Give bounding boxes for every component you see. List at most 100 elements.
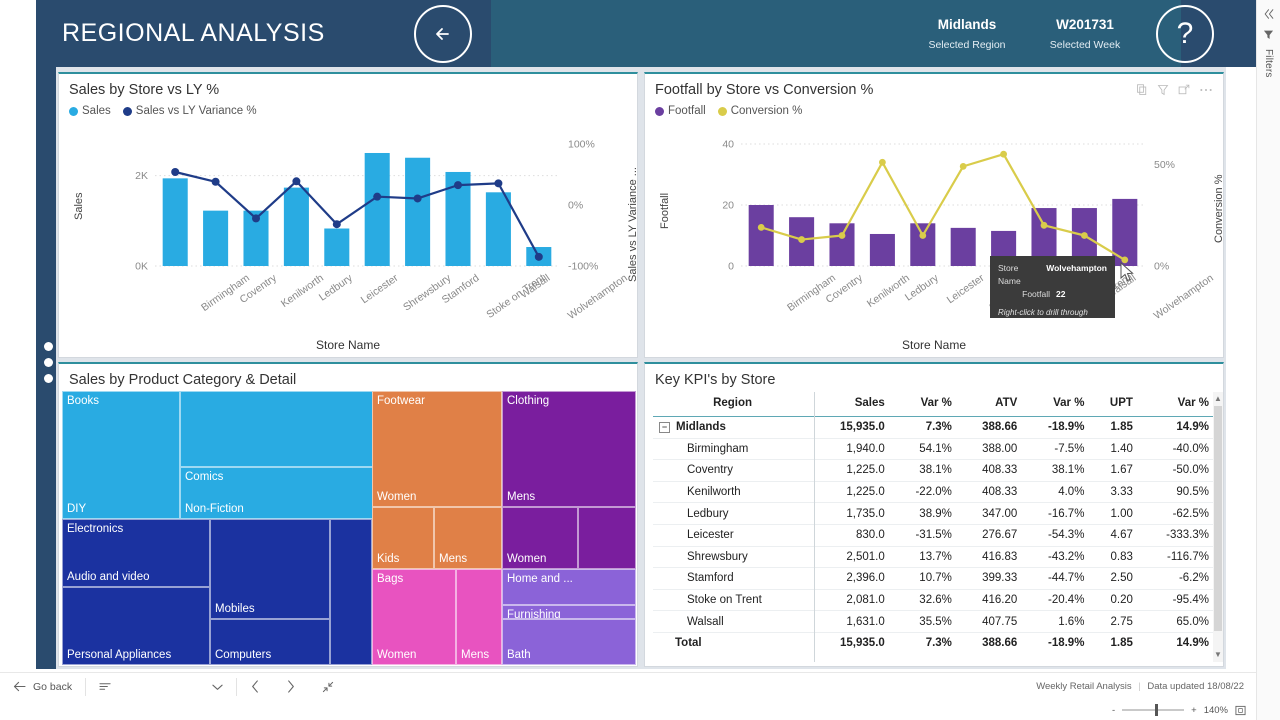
treemap-tile[interactable]: Electronics Audio and video bbox=[62, 519, 210, 587]
column-header[interactable]: Region bbox=[653, 392, 813, 417]
page-dot-1[interactable] bbox=[43, 342, 53, 351]
table-row[interactable]: Kenilworth 1,225.0 -22.0% 408.33 4.0% 3.33 90.… bbox=[653, 481, 1215, 504]
column-header[interactable]: UPT bbox=[1090, 392, 1139, 417]
back-button[interactable] bbox=[414, 5, 472, 63]
line-marker-shrewsbury[interactable] bbox=[373, 192, 382, 201]
line-marker-ledbury[interactable] bbox=[292, 177, 301, 186]
line-marker-walsall[interactable] bbox=[1081, 232, 1088, 239]
legend-item-footfall[interactable]: Footfall bbox=[655, 105, 706, 117]
cell-region[interactable]: Coventry bbox=[653, 459, 813, 482]
table-row[interactable]: Stamford 2,396.0 10.7% 399.33 -44.7% 2.50 -6.2… bbox=[653, 567, 1215, 590]
cell-region[interactable]: Leicester bbox=[653, 524, 813, 547]
double-chevron-left-icon[interactable] bbox=[1263, 8, 1275, 20]
column-header[interactable]: Var % bbox=[1138, 392, 1215, 417]
previous-page-button[interactable] bbox=[237, 673, 273, 700]
treemap-tile[interactable]: Clothing Mens bbox=[502, 391, 636, 507]
treemap-tile[interactable]: Comics Non-Fiction bbox=[180, 467, 380, 519]
bar-birmingham[interactable] bbox=[162, 178, 188, 266]
go-back-button[interactable]: Go back bbox=[0, 673, 85, 700]
visual-sales-by-product-category[interactable]: Sales by Product Category & Detail Books… bbox=[58, 362, 638, 667]
line-marker-kenilworth[interactable] bbox=[838, 232, 846, 239]
bar-ledbury[interactable] bbox=[283, 187, 309, 266]
zoom-slider-knob[interactable] bbox=[1155, 704, 1158, 716]
kpi-scroll-thumb[interactable] bbox=[1214, 406, 1222, 631]
cell-region[interactable]: Kenilworth bbox=[653, 481, 813, 504]
funnel-icon[interactable] bbox=[1263, 29, 1274, 40]
visual-key-kpis-by-store[interactable]: Key KPI's by Store Region Sales Var % ATV Va… bbox=[644, 362, 1224, 667]
treemap-tile[interactable]: Kids bbox=[372, 507, 434, 569]
legend-item-sales[interactable]: Sales bbox=[69, 105, 111, 117]
copy-icon[interactable] bbox=[1136, 84, 1148, 96]
zoom-slider[interactable] bbox=[1122, 704, 1185, 716]
line-marker-birmingham[interactable] bbox=[171, 167, 180, 176]
table-row[interactable]: Stoke on Trent 2,081.0 32.6% 416.20 -20.4% 0.… bbox=[653, 589, 1215, 612]
treemap-tile[interactable]: Computers bbox=[210, 619, 330, 665]
page-selector[interactable] bbox=[86, 673, 236, 700]
bar-ledbury[interactable] bbox=[869, 233, 895, 266]
chevron-down-icon[interactable] bbox=[212, 683, 223, 691]
line-marker-stamford[interactable] bbox=[1000, 150, 1007, 158]
treemap-tile[interactable]: Bags Women bbox=[372, 569, 456, 665]
treemap-tile[interactable]: Bath bbox=[502, 619, 636, 665]
visual-footfall-by-store[interactable]: Footfall by Store vs Conversion % Footfa… bbox=[644, 72, 1225, 358]
focus-mode-icon[interactable] bbox=[1178, 84, 1190, 96]
line-marker-stoke-on-trent[interactable] bbox=[1040, 221, 1048, 229]
table-row[interactable]: Coventry 1,225.0 38.1% 408.33 38.1% 1.67 -50.0… bbox=[653, 459, 1215, 482]
table-row[interactable]: Shrewsbury 2,501.0 13.7% 416.83 -43.2% 0.83 -1… bbox=[653, 546, 1215, 569]
treemap-tile[interactable] bbox=[330, 519, 372, 665]
zoom-in-button[interactable]: + bbox=[1191, 705, 1197, 716]
help-button[interactable]: ? bbox=[1156, 5, 1214, 63]
treemap-tile[interactable]: Personal Appliances bbox=[62, 587, 210, 665]
treemap-tile[interactable]: Books DIY bbox=[62, 391, 180, 519]
bar-leicester[interactable] bbox=[910, 223, 936, 266]
scroll-down-icon[interactable]: ▼ bbox=[1213, 648, 1223, 662]
line-marker-stoke-on-trent[interactable] bbox=[454, 181, 462, 190]
visual-header-icons[interactable] bbox=[1136, 84, 1213, 96]
legend-item-sales-variance[interactable]: Sales vs LY Variance % bbox=[122, 105, 257, 117]
line-marker-leicester[interactable] bbox=[332, 220, 341, 229]
more-options-icon[interactable] bbox=[1199, 84, 1213, 96]
bar-birmingham[interactable] bbox=[748, 205, 774, 266]
treemap-tile[interactable]: Home and ... bbox=[502, 569, 636, 605]
funnel-icon[interactable] bbox=[1157, 84, 1169, 96]
fit-to-page-icon[interactable] bbox=[1235, 705, 1246, 716]
filters-pane-collapsed[interactable]: Filters bbox=[1256, 0, 1280, 720]
bar-coventry[interactable] bbox=[203, 210, 229, 266]
column-header[interactable]: Var % bbox=[1023, 392, 1091, 417]
cell-region[interactable]: Ledbury bbox=[653, 502, 813, 525]
bar-wolvehampton[interactable] bbox=[1112, 198, 1138, 266]
bar-stamford[interactable] bbox=[405, 157, 431, 266]
line-marker-kenilworth[interactable] bbox=[252, 214, 260, 223]
treemap-tile[interactable]: Women bbox=[502, 507, 578, 569]
line-marker-shrewsbury[interactable] bbox=[959, 162, 967, 170]
page-nav-dots[interactable] bbox=[38, 342, 58, 390]
line-marker-walsall[interactable] bbox=[494, 179, 503, 188]
cell-region[interactable]: Birmingham bbox=[653, 438, 813, 461]
scroll-up-icon[interactable]: ▲ bbox=[1213, 392, 1223, 406]
cell-region[interactable]: Stoke on Trent bbox=[653, 589, 813, 612]
legend-item-conversion[interactable]: Conversion % bbox=[717, 105, 802, 117]
page-dot-3[interactable] bbox=[43, 374, 53, 383]
line-marker-stamford[interactable] bbox=[413, 194, 422, 203]
page-dot-2[interactable] bbox=[43, 358, 53, 367]
table-row[interactable]: Birmingham 1,940.0 54.1% 388.00 -7.5% 1.40 -40… bbox=[653, 438, 1215, 461]
table-row[interactable]: − Midlands 15,935.0 7.3% 388.66 -18.9% 1.85 14.… bbox=[653, 416, 1215, 439]
column-header[interactable]: ATV bbox=[957, 392, 1024, 417]
treemap-tile[interactable] bbox=[180, 391, 380, 467]
kpi-scrollbar[interactable]: ▲ ▼ bbox=[1213, 392, 1223, 662]
treemap-tile[interactable]: Mens bbox=[434, 507, 502, 569]
visual-sales-by-store[interactable]: Sales by Store vs LY % Sales Sales vs LY… bbox=[58, 72, 639, 358]
column-header[interactable]: Sales bbox=[812, 392, 891, 417]
treemap-tile[interactable]: Footwear Women bbox=[372, 391, 502, 507]
line-marker-wolvehampton[interactable] bbox=[534, 252, 543, 261]
collapse-button[interactable] bbox=[309, 673, 347, 700]
treemap-tile[interactable] bbox=[578, 507, 636, 569]
treemap-tile[interactable]: Mobiles bbox=[210, 519, 330, 619]
bar-shrewsbury[interactable] bbox=[950, 227, 976, 266]
line-marker-coventry[interactable] bbox=[798, 236, 805, 243]
table-row[interactable]: Walsall 1,631.0 35.5% 407.75 1.6% 2.75 65.0% bbox=[653, 610, 1215, 633]
table-row[interactable]: Leicester 830.0 -31.5% 276.67 -54.3% 4.67 -333… bbox=[653, 524, 1215, 547]
next-page-button[interactable] bbox=[273, 673, 309, 700]
line-marker-leicester[interactable] bbox=[919, 232, 927, 239]
line-marker-birmingham[interactable] bbox=[757, 223, 765, 231]
